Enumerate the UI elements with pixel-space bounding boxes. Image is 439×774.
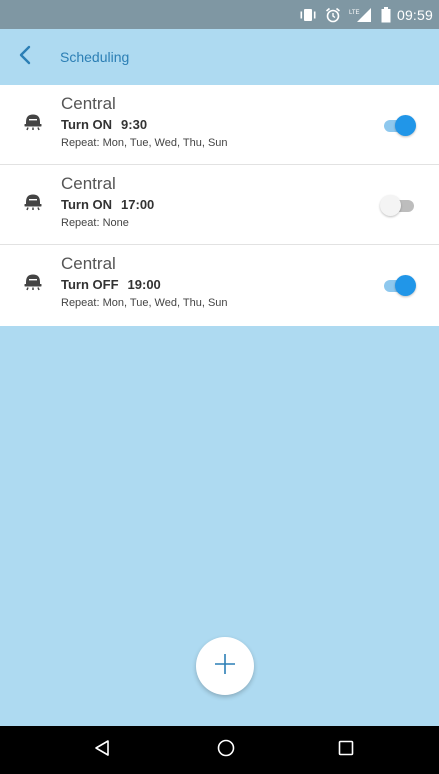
schedule-row[interactable]: Central Turn ON 9:30 Repeat: Mon, Tue, We… [0,85,439,165]
schedule-action: Turn ON [61,197,113,212]
battery-icon [381,6,391,23]
back-button[interactable] [18,29,52,85]
schedule-row[interactable]: Central Turn ON 17:00 Repeat: None [0,165,439,245]
schedule-action-line: Turn OFF 19:00 [61,276,351,294]
nav-recents-button[interactable] [316,726,376,774]
vibrate-icon [299,8,317,22]
schedule-action-line: Turn ON 9:30 [61,116,351,134]
status-time: 09:59 [396,6,433,23]
schedule-time: 19:00 [127,277,161,292]
schedule-text: Central Turn ON 17:00 Repeat: None [61,174,351,230]
schedule-action: Turn ON [61,117,113,132]
schedule-repeat: Repeat: Mon, Tue, Wed, Thu, Sun [61,137,228,149]
signal-icon: LTE [349,7,373,23]
schedule-toggle[interactable] [382,274,418,296]
schedule-row[interactable]: Central Turn OFF 19:00 Repeat: Mon, Tue, … [0,245,439,326]
plus-icon [214,653,236,680]
schedule-toggle[interactable] [380,194,418,216]
schedule-text: Central Turn OFF 19:00 Repeat: Mon, Tue, … [61,254,351,310]
toggle-thumb [380,195,401,216]
status-icons: LTE [299,6,391,23]
schedule-action: Turn OFF [61,277,119,292]
air-conditioner-icon [23,113,43,131]
schedule-repeat: Repeat: None [61,217,129,229]
schedule-text: Central Turn ON 9:30 Repeat: Mon, Tue, We… [61,94,351,150]
back-triangle-icon [93,739,111,762]
recents-square-icon [337,739,355,762]
schedule-list: Central Turn ON 9:30 Repeat: Mon, Tue, We… [0,85,439,326]
toggle-thumb [395,275,416,296]
schedule-time: 17:00 [121,197,155,212]
air-conditioner-icon [23,193,43,211]
home-circle-icon [216,738,236,763]
nav-home-button[interactable] [196,726,256,774]
toggle-thumb [395,115,416,136]
device-name: Central [61,254,116,273]
app-bar: Scheduling [0,29,439,85]
nav-back-button[interactable] [72,726,132,774]
chevron-left-icon [18,45,32,70]
system-nav-bar [0,726,439,774]
status-bar: LTE 09:59 [0,0,439,29]
page-title: Scheduling [60,49,130,65]
device-name: Central [61,174,116,193]
schedule-time: 9:30 [121,117,148,132]
schedule-repeat: Repeat: Mon, Tue, Wed, Thu, Sun [61,297,228,309]
signal-label: LTE [349,10,360,16]
device-name: Central [61,94,116,113]
add-schedule-button[interactable] [196,637,254,695]
schedule-action-line: Turn ON 17:00 [61,196,351,214]
alarm-icon [325,7,341,23]
schedule-toggle[interactable] [382,114,418,136]
air-conditioner-icon [23,273,43,291]
